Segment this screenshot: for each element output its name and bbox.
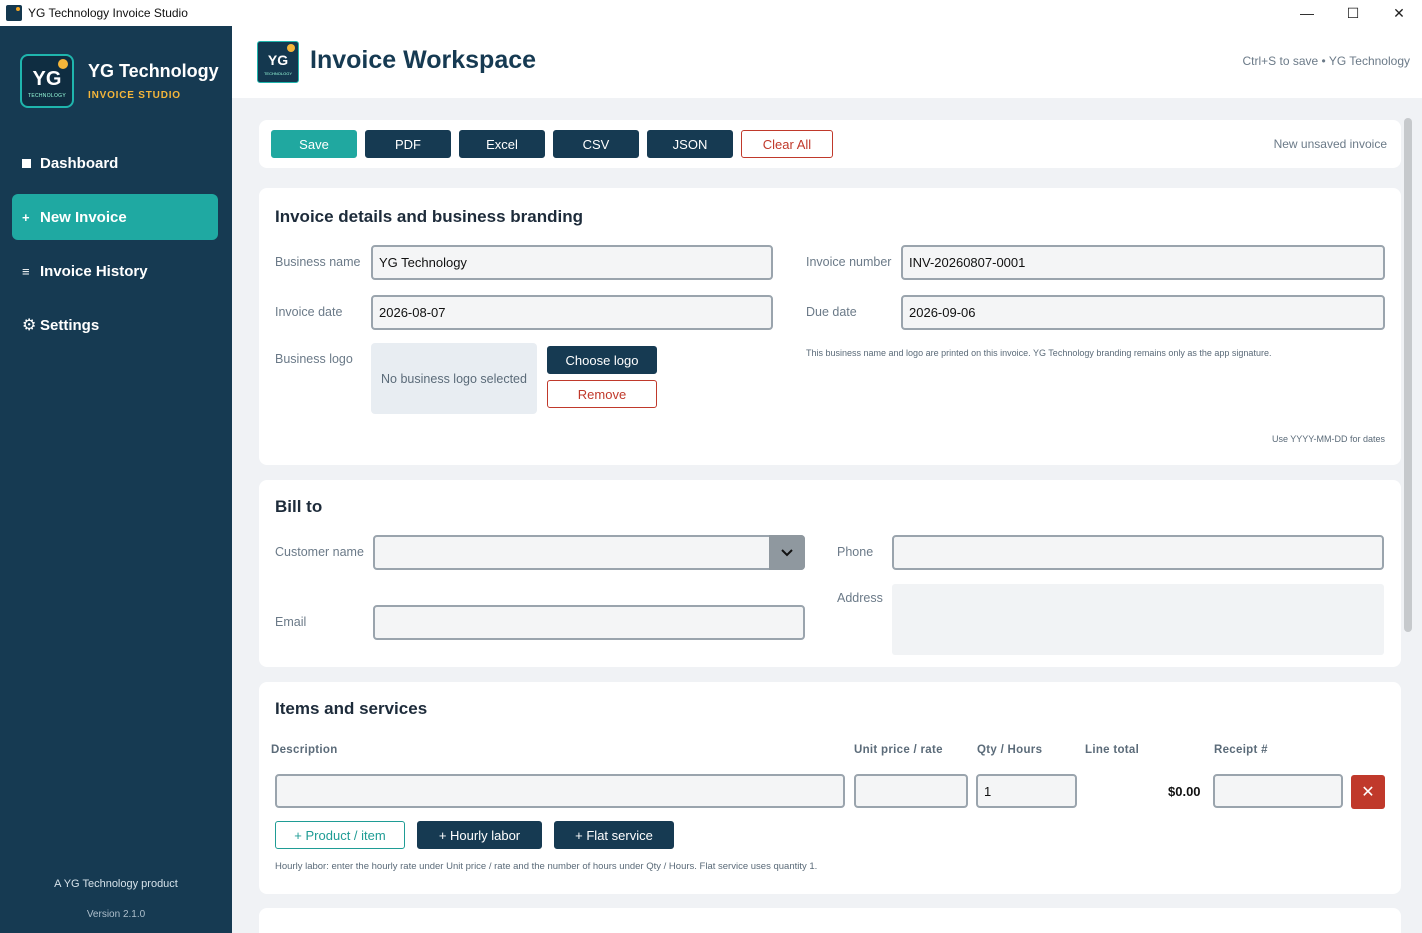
invoice-details-card: Invoice details and business branding Bu… bbox=[259, 188, 1401, 465]
invoice-date-label: Invoice date bbox=[275, 305, 343, 319]
customer-name-dropdown[interactable] bbox=[373, 535, 805, 570]
brand-name: YG Technology bbox=[88, 61, 219, 81]
due-date-label: Due date bbox=[806, 305, 857, 319]
items-help-note: Hourly labor: enter the hourly rate unde… bbox=[275, 861, 818, 872]
line-total-value: $0.00 bbox=[1168, 784, 1201, 799]
receipt-field[interactable] bbox=[1213, 774, 1343, 808]
due-date-field[interactable]: 2026-09-06 bbox=[901, 295, 1385, 330]
gear-icon: ⚙ bbox=[22, 317, 37, 334]
sidebar-nav: Dashboard + New Invoice ≡ Invoice Histor… bbox=[12, 140, 218, 356]
items-card: Items and services Description Unit pric… bbox=[259, 682, 1401, 894]
json-button[interactable]: JSON bbox=[647, 130, 733, 158]
sidebar-item-label: New Invoice bbox=[40, 208, 127, 226]
add-hourly-labor-button[interactable]: + Hourly labor bbox=[417, 821, 542, 849]
csv-button[interactable]: CSV bbox=[553, 130, 639, 158]
sidebar-item-label: Invoice History bbox=[40, 262, 148, 280]
title-bar: YG Technology Invoice Studio — ☐ ✕ bbox=[0, 0, 1422, 26]
column-header-receipt: Receipt # bbox=[1214, 744, 1268, 756]
list-icon: ≡ bbox=[22, 263, 30, 279]
business-name-label: Business name bbox=[275, 255, 361, 269]
add-product-button[interactable]: + Product / item bbox=[275, 821, 405, 849]
clear-all-button[interactable]: Clear All bbox=[741, 130, 833, 158]
close-button[interactable]: ✕ bbox=[1376, 0, 1422, 26]
date-format-note: Use YYYY-MM-DD for dates bbox=[1271, 434, 1385, 444]
next-section-card bbox=[259, 908, 1401, 933]
unit-price-field[interactable] bbox=[854, 774, 968, 808]
logo-preview: No business logo selected bbox=[371, 343, 537, 414]
phone-field[interactable] bbox=[892, 535, 1384, 570]
remove-logo-button[interactable]: Remove bbox=[547, 380, 657, 408]
square-icon bbox=[22, 159, 40, 168]
section-title: Invoice details and business branding bbox=[275, 207, 583, 226]
invoice-number-field[interactable]: INV-20260807-0001 bbox=[901, 245, 1385, 280]
app-icon bbox=[6, 5, 22, 21]
section-title: Items and services bbox=[275, 699, 428, 718]
toolbar: Save PDF Excel CSV JSON Clear All New un… bbox=[259, 120, 1401, 168]
section-title: Bill to bbox=[275, 497, 323, 516]
choose-logo-button[interactable]: Choose logo bbox=[547, 346, 657, 374]
sidebar-item-new-invoice[interactable]: + New Invoice bbox=[12, 194, 218, 240]
sidebar-footer: A YG Technology product bbox=[54, 878, 178, 890]
chevron-down-icon[interactable] bbox=[769, 535, 805, 570]
sidebar: YG TECHNOLOGY YG Technology INVOICE STUD… bbox=[0, 26, 232, 933]
customer-name-label: Customer name bbox=[275, 545, 364, 559]
brand-logo: YG TECHNOLOGY bbox=[20, 54, 74, 108]
sidebar-item-label: Settings bbox=[40, 316, 100, 334]
address-label: Address bbox=[837, 591, 883, 605]
column-header-qty: Qty / Hours bbox=[977, 744, 1043, 756]
email-label: Email bbox=[275, 615, 307, 629]
save-status: New unsaved invoice bbox=[1273, 137, 1387, 151]
column-header-line-total: Line total bbox=[1085, 744, 1140, 756]
brand-text: YG Technology INVOICE STUDIO bbox=[88, 61, 219, 101]
maximize-button[interactable]: ☐ bbox=[1330, 0, 1376, 26]
window-title: YG Technology Invoice Studio bbox=[28, 6, 188, 20]
business-logo-label: Business logo bbox=[275, 352, 353, 366]
email-field[interactable] bbox=[373, 605, 805, 640]
phone-label: Phone bbox=[837, 545, 874, 559]
minimize-button[interactable]: — bbox=[1284, 0, 1330, 26]
sidebar-item-settings[interactable]: ⚙ Settings bbox=[12, 302, 218, 348]
header-logo-mark: YG bbox=[267, 52, 289, 68]
brand-logo-mark: YG bbox=[32, 67, 62, 90]
close-icon: ✕ bbox=[1361, 784, 1375, 801]
invoice-date-field[interactable]: 2026-08-07 bbox=[371, 295, 773, 330]
branding-note: This business name and logo are printed … bbox=[806, 348, 1272, 358]
header-dot-icon bbox=[287, 44, 295, 52]
sidebar-item-label: Dashboard bbox=[40, 154, 119, 172]
item-description-field[interactable] bbox=[275, 774, 845, 808]
business-name-field[interactable]: YG Technology bbox=[371, 245, 773, 280]
plus-icon: + bbox=[22, 209, 30, 225]
version-label: Version 2.1.0 bbox=[86, 909, 146, 920]
invoice-number-label: Invoice number bbox=[806, 255, 892, 269]
page-title: Invoice Workspace bbox=[310, 46, 537, 74]
column-header-description: Description bbox=[271, 744, 338, 756]
brand-dot-icon bbox=[58, 59, 68, 69]
pdf-button[interactable]: PDF bbox=[365, 130, 451, 158]
shortcut-hint: Ctrl+S to save • YG Technology bbox=[1242, 54, 1410, 68]
brand: YG TECHNOLOGY YG Technology INVOICE STUD… bbox=[20, 54, 219, 108]
delete-row-button[interactable]: ✕ bbox=[1351, 775, 1385, 809]
window-controls: — ☐ ✕ bbox=[1284, 0, 1422, 26]
bill-to-card: Bill to Customer name Phone Email Addres… bbox=[259, 480, 1401, 667]
header-logo-subtext: TECHNOLOGY bbox=[263, 71, 292, 76]
sidebar-item-dashboard[interactable]: Dashboard bbox=[12, 140, 218, 186]
brand-logo-subtext: TECHNOLOGY bbox=[27, 93, 66, 99]
vertical-scrollbar[interactable] bbox=[1404, 118, 1412, 632]
qty-field[interactable]: 1 bbox=[976, 774, 1077, 808]
save-button[interactable]: Save bbox=[271, 130, 357, 158]
sidebar-item-invoice-history[interactable]: ≡ Invoice History bbox=[12, 248, 218, 294]
excel-button[interactable]: Excel bbox=[459, 130, 545, 158]
column-header-unit-price: Unit price / rate bbox=[854, 744, 943, 756]
brand-subtitle: INVOICE STUDIO bbox=[88, 90, 181, 101]
address-textarea[interactable] bbox=[892, 584, 1384, 655]
add-flat-service-button[interactable]: + Flat service bbox=[554, 821, 674, 849]
header-logo: YG TECHNOLOGY bbox=[257, 41, 299, 83]
page-header: YG TECHNOLOGY Invoice Workspace Ctrl+S t… bbox=[232, 26, 1422, 98]
